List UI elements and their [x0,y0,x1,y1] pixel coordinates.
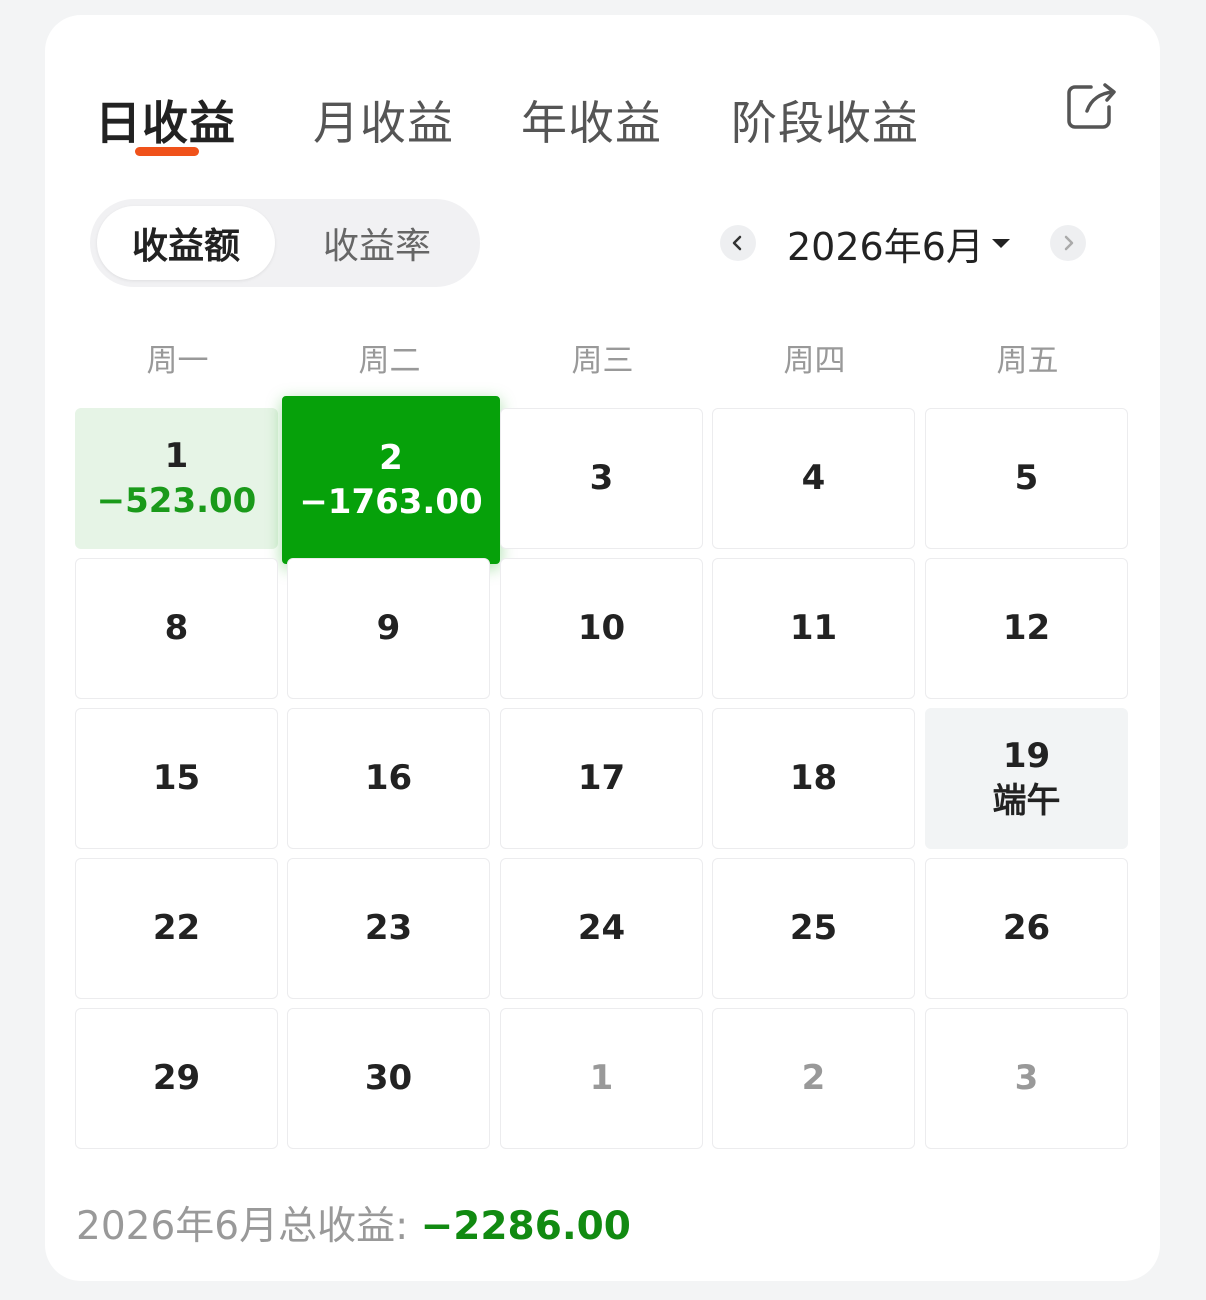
calendar-day-cell[interactable]: 3 [925,1008,1128,1149]
day-number: 2 [801,1058,826,1099]
tab-yearly[interactable]: 年收益 [521,87,662,153]
weekday-header: 周五 [996,343,1059,379]
calendar-day-cell[interactable]: 29 [75,1008,278,1149]
calendar-day-cell[interactable]: 2 [712,1008,915,1149]
calendar-day-cell[interactable]: 22 [75,858,278,999]
monthly-total: 2026年6月总收益: −2286.00 [76,1195,631,1251]
calendar-day-cell[interactable]: 15 [75,708,278,849]
month-label: 2026年6月 [787,224,984,269]
tab-monthly[interactable]: 月收益 [313,87,454,153]
day-number: 4 [801,458,826,499]
weekday-header: 周二 [358,343,421,379]
share-icon[interactable] [1061,75,1121,135]
calendar-day-cell[interactable]: 9 [287,558,490,699]
calendar-day-cell[interactable]: 23 [287,858,490,999]
day-number: 29 [152,1058,201,1099]
day-number: 1 [589,1058,614,1099]
calendar-day-cell[interactable]: 8 [75,558,278,699]
calendar-day-cell[interactable]: 18 [712,708,915,849]
calendar-day-cell[interactable]: 19 端午 [925,708,1128,849]
day-number: 22 [152,908,201,949]
calendar-day-cell[interactable]: 26 [925,858,1128,999]
day-number: 19 [1002,736,1051,777]
day-number: 10 [577,608,626,649]
active-tab-indicator [135,147,199,156]
next-month-button[interactable] [1050,225,1086,261]
prev-month-button[interactable] [720,225,756,261]
tab-bar: 日收益 月收益 年收益 阶段收益 [45,15,1160,185]
calendar-day-cell[interactable]: 1 −523.00 [75,408,278,549]
day-number: 3 [589,458,614,499]
month-selector[interactable]: 2026年6月 [787,218,1010,269]
chevron-left-icon [732,235,742,251]
calendar-day-cell[interactable]: 5 [925,408,1128,549]
calendar-day-cell[interactable]: 1 [500,1008,703,1149]
day-earnings: −1763.00 [299,482,483,522]
caret-down-icon [991,238,1010,248]
weekday-header: 周一 [146,343,209,379]
day-number: 3 [1014,1058,1039,1099]
calendar-day-cell[interactable]: 11 [712,558,915,699]
day-number: 25 [789,908,838,949]
calendar-day-cell[interactable]: 3 [500,408,703,549]
day-number: 5 [1014,458,1039,499]
tab-period[interactable]: 阶段收益 [731,87,919,153]
day-number: 9 [376,608,401,649]
day-number: 30 [364,1058,413,1099]
day-number: 26 [1002,908,1051,949]
day-number: 11 [789,608,838,649]
calendar-day-cell[interactable]: 2 −1763.00 [282,396,500,564]
day-number: 2 [379,437,403,478]
calendar-day-cell[interactable]: 10 [500,558,703,699]
day-number: 16 [364,758,413,799]
weekday-header: 周三 [571,343,634,379]
calendar-day-cell[interactable]: 17 [500,708,703,849]
weekday-header: 周四 [783,343,846,379]
metric-toggle: 收益额 收益率 [90,199,480,287]
day-number: 8 [164,608,189,649]
day-number: 12 [1002,608,1051,649]
calendar-day-cell[interactable]: 30 [287,1008,490,1149]
calendar-day-cell[interactable]: 25 [712,858,915,999]
calendar-day-cell[interactable]: 16 [287,708,490,849]
earnings-card: 日收益 月收益 年收益 阶段收益 收益额 收益率 2026年6月 周一 周二 周三 周… [45,15,1160,1281]
day-earnings: −523.00 [96,480,257,521]
total-value: −2286.00 [420,1204,631,1249]
day-number: 17 [577,758,626,799]
toggle-rate[interactable]: 收益率 [288,206,466,280]
toggle-amount[interactable]: 收益额 [97,206,275,280]
calendar-day-cell[interactable]: 12 [925,558,1128,699]
calendar-day-cell[interactable]: 24 [500,858,703,999]
day-number: 23 [364,908,413,949]
day-number: 18 [789,758,838,799]
day-number: 24 [577,908,626,949]
calendar-day-cell[interactable]: 4 [712,408,915,549]
chevron-right-icon [1064,235,1074,251]
total-label: 2026年6月总收益: [76,1204,421,1249]
day-number: 1 [164,436,189,477]
day-number: 15 [152,758,201,799]
holiday-label: 端午 [992,780,1061,821]
tab-daily[interactable]: 日收益 [95,87,236,153]
